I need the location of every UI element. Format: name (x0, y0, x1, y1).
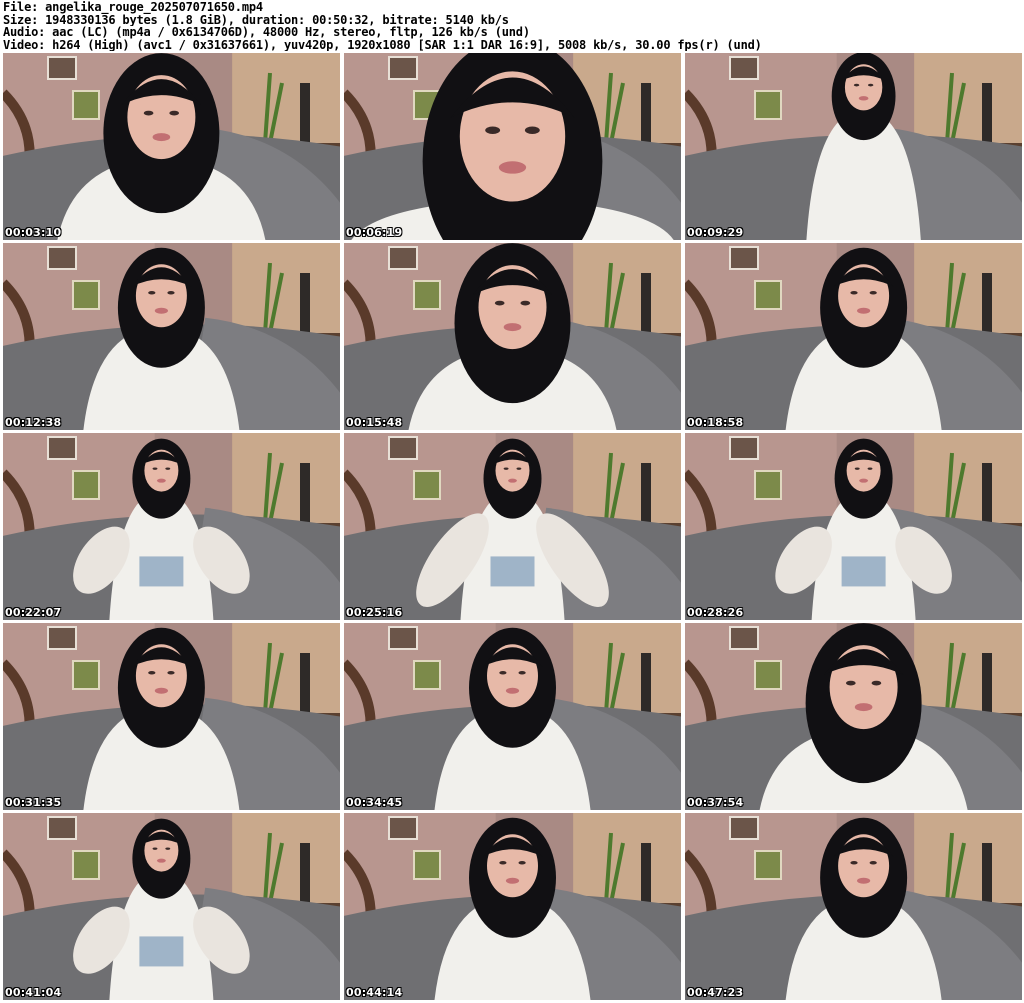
frame-image (3, 243, 340, 430)
video-info-header: File: angelika_rouge_202507071650.mp4 Si… (3, 1, 1021, 53)
thumbnail-grid: 00:03:10 00:06:19 00:09:29 00:12:38 00:15:48… (3, 53, 1023, 1003)
thumbnail-frame: 00:41:04 (3, 813, 340, 1000)
thumbnail-frame: 00:25:16 (344, 433, 681, 620)
frame-image (3, 433, 340, 620)
thumbnail-frame: 00:28:26 (685, 433, 1022, 620)
frame-image (344, 53, 681, 240)
frame-timestamp: 00:09:29 (687, 226, 744, 239)
frame-image (3, 623, 340, 810)
file-size-line: Size: 1948330136 bytes (1.8 GiB), durati… (3, 13, 509, 26)
thumbnail-frame: 00:37:54 (685, 623, 1022, 810)
thumbnail-frame: 00:47:23 (685, 813, 1022, 1000)
frame-image (3, 813, 340, 1000)
thumbnail-frame: 00:03:10 (3, 53, 340, 240)
thumbnail-frame: 00:09:29 (685, 53, 1022, 240)
thumbnail-frame: 00:12:38 (3, 243, 340, 430)
frame-timestamp: 00:03:10 (5, 226, 62, 239)
frame-timestamp: 00:31:35 (5, 796, 62, 809)
frame-image (344, 243, 681, 430)
frame-timestamp: 00:41:04 (5, 986, 62, 999)
frame-image (685, 433, 1022, 620)
frame-timestamp: 00:28:26 (687, 606, 744, 619)
frame-timestamp: 00:44:14 (346, 986, 403, 999)
frame-timestamp: 00:37:54 (687, 796, 744, 809)
thumbnail-frame: 00:31:35 (3, 623, 340, 810)
thumbnail-frame: 00:22:07 (3, 433, 340, 620)
thumbnail-frame: 00:06:19 (344, 53, 681, 240)
frame-image (685, 243, 1022, 430)
frame-image (685, 53, 1022, 240)
audio-info-line: Audio: aac (LC) (mp4a / 0x6134706D), 480… (3, 26, 530, 39)
frame-image (344, 813, 681, 1000)
frame-timestamp: 00:34:45 (346, 796, 403, 809)
frame-image (685, 813, 1022, 1000)
frame-timestamp: 00:12:38 (5, 416, 62, 429)
frame-image (3, 53, 340, 240)
frame-timestamp: 00:47:23 (687, 986, 744, 999)
frame-image (685, 623, 1022, 810)
thumbnail-frame: 00:15:48 (344, 243, 681, 430)
thumbnail-frame: 00:18:58 (685, 243, 1022, 430)
frame-image (344, 623, 681, 810)
frame-timestamp: 00:25:16 (346, 606, 403, 619)
thumbnail-frame: 00:44:14 (344, 813, 681, 1000)
file-name-line: File: angelika_rouge_202507071650.mp4 (3, 1, 263, 14)
frame-image (344, 433, 681, 620)
frame-timestamp: 00:15:48 (346, 416, 403, 429)
frame-timestamp: 00:18:58 (687, 416, 744, 429)
frame-timestamp: 00:06:19 (346, 226, 403, 239)
video-info-line: Video: h264 (High) (avc1 / 0x31637661), … (3, 38, 762, 51)
frame-timestamp: 00:22:07 (5, 606, 62, 619)
thumbnail-frame: 00:34:45 (344, 623, 681, 810)
